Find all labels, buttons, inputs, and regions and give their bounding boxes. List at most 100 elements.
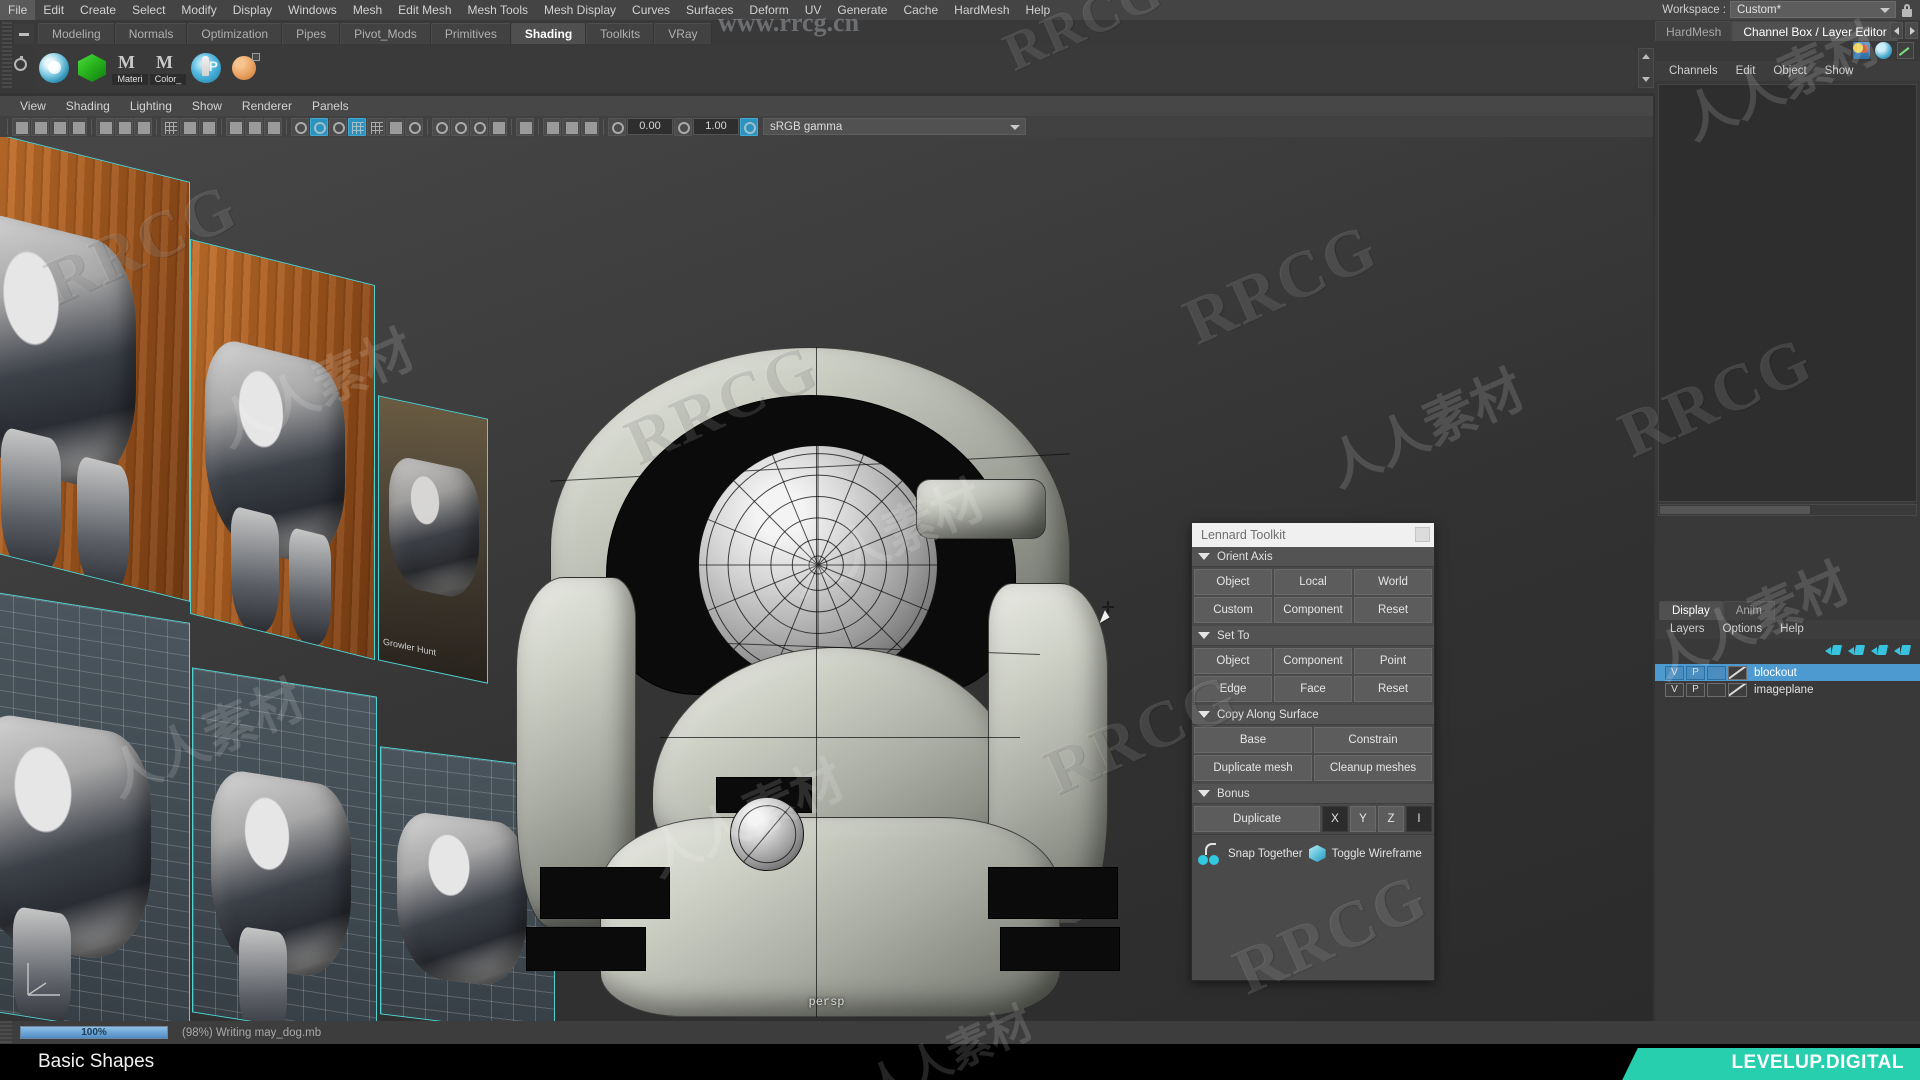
layer-row-imageplane[interactable]: V P imageplane — [1655, 681, 1920, 698]
shelf-item-color[interactable]: M Color_ — [150, 50, 186, 86]
chevron-left-icon[interactable] — [1890, 22, 1903, 39]
layer-row-blockout[interactable]: V P blockout — [1655, 664, 1920, 681]
duplicate-mesh-button[interactable]: Duplicate mesh — [1194, 755, 1312, 781]
xray-joints-icon[interactable] — [581, 117, 599, 136]
bonus-axis-i-button[interactable]: I — [1406, 806, 1432, 832]
layer-move-left-icon[interactable] — [1825, 644, 1843, 657]
shelf-tab-normals[interactable]: Normals — [114, 23, 188, 44]
viewport-menu-shading[interactable]: Shading — [56, 96, 120, 116]
layer-tab-anim[interactable]: Anim — [1722, 601, 1775, 620]
gate-mask-icon[interactable] — [226, 117, 244, 136]
gamma-icon[interactable] — [674, 117, 692, 136]
orient-axis-component-button[interactable]: Component — [1274, 597, 1352, 623]
copy-constrain-button[interactable]: Constrain — [1314, 727, 1432, 753]
menu-item-modify[interactable]: Modify — [173, 0, 224, 20]
layer-name-blockout[interactable]: blockout — [1754, 667, 1797, 679]
shelf-tab-optimization[interactable]: Optimization — [187, 23, 283, 44]
paint-effects-icon[interactable] — [134, 117, 152, 136]
set-to-component-button[interactable]: Component — [1274, 648, 1352, 674]
layer-menu-layers[interactable]: Layers — [1661, 620, 1714, 639]
shelf-tab-pipes[interactable]: Pipes — [282, 23, 341, 44]
shelf-tab-shading[interactable]: Shading — [510, 23, 587, 44]
menu-item-generate[interactable]: Generate — [829, 0, 895, 20]
set-to-point-button[interactable]: Point — [1354, 648, 1432, 674]
shelf-drag-handle[interactable] — [2, 22, 12, 90]
menu-item-edit[interactable]: Edit — [35, 0, 72, 20]
menu-item-cache[interactable]: Cache — [895, 0, 946, 20]
menu-item-windows[interactable]: Windows — [280, 0, 345, 20]
shelf-item-paint-brush[interactable] — [188, 50, 224, 86]
camera-bookmark-icon[interactable] — [50, 117, 68, 136]
channel-box-hscrollbar[interactable] — [1658, 504, 1917, 516]
menu-item-uv[interactable]: UV — [797, 0, 830, 20]
layer-playback-toggle[interactable]: P — [1686, 682, 1705, 697]
toolkit-section-orient-axis[interactable]: Orient Axis — [1192, 547, 1434, 567]
lock-icon[interactable] — [1900, 2, 1914, 18]
shelf-tab-toolkits[interactable]: Toolkits — [586, 23, 655, 44]
image-plane-reference-5[interactable] — [192, 667, 377, 1021]
sphere-render-icon[interactable] — [1875, 42, 1892, 59]
cleanup-meshes-button[interactable]: Cleanup meshes — [1314, 755, 1432, 781]
shelf-item-orange-sphere[interactable] — [226, 50, 262, 86]
menu-item-edit-mesh[interactable]: Edit Mesh — [390, 0, 459, 20]
shelf-item-blue-sphere[interactable] — [36, 50, 72, 86]
color-profile-dropdown[interactable]: sRGB gamma — [763, 118, 1026, 135]
shelf-item-green-cube[interactable] — [74, 50, 110, 86]
channel-menu-channels[interactable]: Channels — [1661, 61, 1726, 81]
copy-base-button[interactable]: Base — [1194, 727, 1312, 753]
menu-item-select[interactable]: Select — [124, 0, 173, 20]
smooth-shade-all-icon[interactable] — [310, 117, 328, 136]
grease-pencil-icon[interactable] — [115, 117, 133, 136]
image-plane-reference-3[interactable]: Growler Hunt — [378, 395, 488, 684]
menu-item-mesh-display[interactable]: Mesh Display — [536, 0, 624, 20]
viewport-menu-lighting[interactable]: Lighting — [120, 96, 182, 116]
bonus-axis-y-button[interactable]: Y — [1350, 806, 1376, 832]
blockout-model[interactable] — [480, 347, 1180, 1017]
snap-together-icon[interactable] — [1198, 842, 1222, 865]
use-all-lights-icon[interactable] — [386, 117, 404, 136]
tab-channel-box-layer-editor[interactable]: Channel Box / Layer Editor — [1732, 21, 1898, 41]
menu-item-mesh-tools[interactable]: Mesh Tools — [460, 0, 536, 20]
toolkit-section-bonus[interactable]: Bonus — [1192, 784, 1434, 804]
set-to-face-button[interactable]: Face — [1274, 676, 1352, 702]
shelf-tab-vray[interactable]: VRay — [654, 23, 712, 44]
status-drag-handle[interactable] — [0, 1021, 12, 1044]
two-d-pan-zoom-icon[interactable] — [96, 117, 114, 136]
image-plane-icon[interactable] — [69, 117, 87, 136]
layer-move-right-icon[interactable] — [1848, 644, 1866, 657]
exposure-icon[interactable] — [608, 117, 626, 136]
layer-visibility-toggle[interactable]: V — [1665, 665, 1684, 680]
viewport-3d-view[interactable]: Growler Hunt persp Lennard Toolkit Orien… — [0, 137, 1653, 1021]
layer-add-icon[interactable]: + — [1871, 642, 1889, 657]
scrollbar-thumb[interactable] — [1660, 506, 1810, 514]
lennard-toolkit-window[interactable]: Lennard Toolkit Orient Axis Object Local… — [1191, 522, 1435, 981]
grid-display-icon[interactable] — [161, 117, 179, 136]
layer-new-icon[interactable] — [1894, 644, 1912, 657]
layer-color-swatch[interactable] — [1728, 665, 1747, 680]
shelf-scrollbar[interactable] — [1638, 48, 1654, 88]
chevron-down-icon[interactable] — [1642, 77, 1650, 82]
menu-item-mesh[interactable]: Mesh — [345, 0, 390, 20]
shelf-tab-modeling[interactable]: Modeling — [38, 23, 115, 44]
channel-menu-object[interactable]: Object — [1765, 61, 1814, 81]
resolution-gate-icon[interactable] — [199, 117, 217, 136]
menu-item-file[interactable]: File — [0, 0, 36, 20]
viewport-menu-show[interactable]: Show — [182, 96, 232, 116]
bonus-axis-x-button[interactable]: X — [1322, 806, 1348, 832]
orient-axis-world-button[interactable]: World — [1354, 569, 1432, 595]
orient-axis-custom-button[interactable]: Custom — [1194, 597, 1272, 623]
camera-attributes-icon[interactable] — [31, 117, 49, 136]
textured-icon[interactable] — [367, 117, 385, 136]
toggle-wireframe-label[interactable]: Toggle Wireframe — [1332, 848, 1422, 860]
layer-menu-help[interactable]: Help — [1771, 620, 1813, 639]
layer-visibility-toggle[interactable]: V — [1665, 682, 1684, 697]
safe-title-icon[interactable] — [264, 117, 282, 136]
menu-item-create[interactable]: Create — [72, 0, 124, 20]
shadows-icon[interactable] — [432, 117, 450, 136]
workspace-dropdown[interactable]: Custom* — [1730, 1, 1896, 18]
toolkit-section-set-to[interactable]: Set To — [1192, 626, 1434, 646]
set-to-reset-button[interactable]: Reset — [1354, 676, 1432, 702]
layer-menu-options[interactable]: Options — [1714, 620, 1772, 639]
menu-item-curves[interactable]: Curves — [624, 0, 678, 20]
cube-wireframe-icon[interactable] — [1308, 845, 1326, 862]
